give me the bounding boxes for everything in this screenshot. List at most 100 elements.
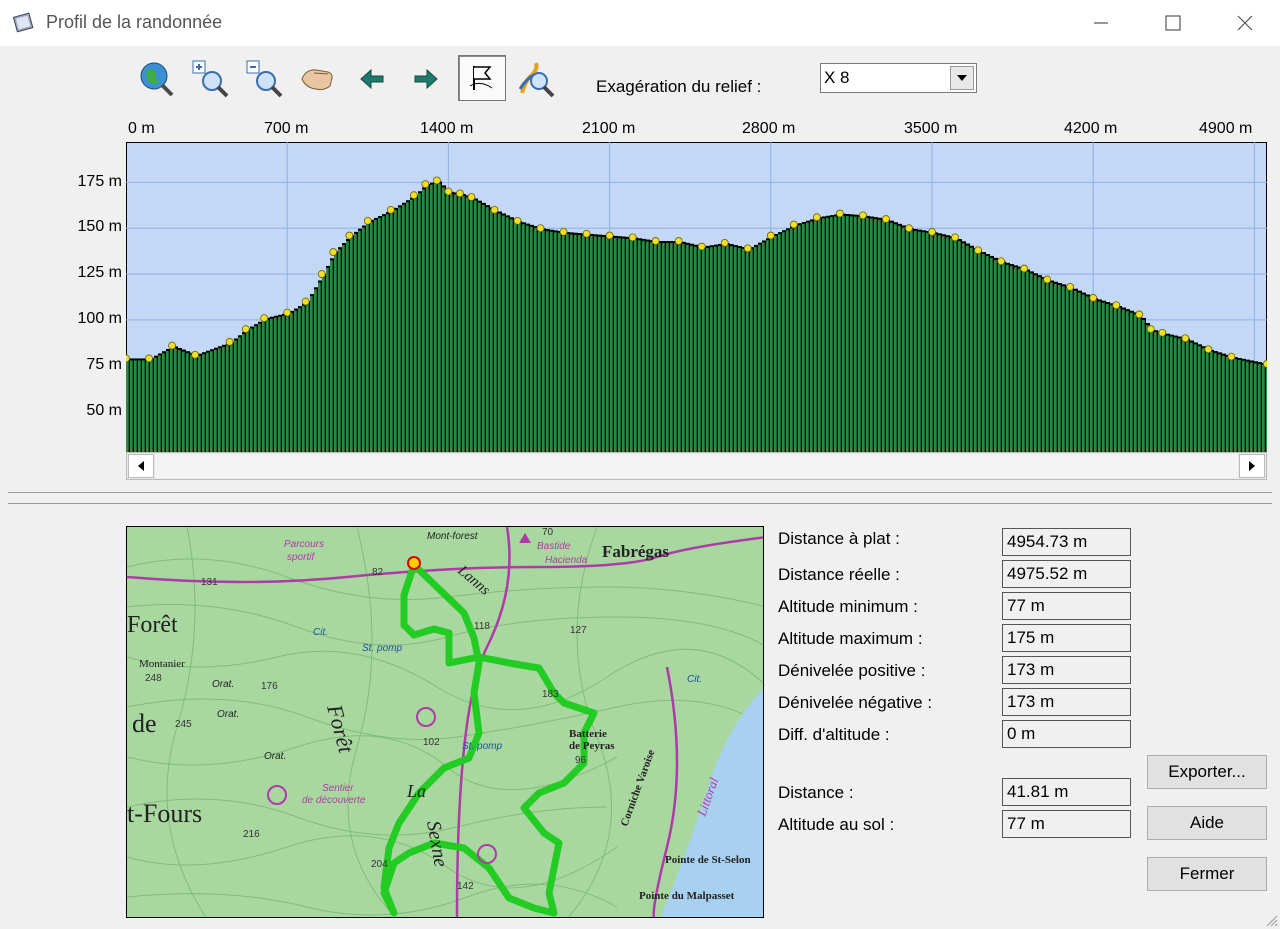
elevation-bar — [926, 232, 929, 452]
elevation-bar — [558, 232, 561, 452]
elevation-point — [301, 297, 310, 306]
scroll-right-button[interactable] — [1239, 454, 1265, 478]
map-label-cit: Cit. — [313, 627, 328, 638]
elevation-bar — [146, 360, 149, 452]
x-tick-label: 4200 m — [1064, 120, 1118, 137]
elevation-point — [536, 224, 545, 233]
waypoint-flag-button[interactable] — [458, 55, 506, 101]
route-map[interactable]: Forêt de t-Fours Fabrégas Lanns Forêt Mo… — [126, 526, 764, 918]
elevation-bar — [1098, 301, 1101, 452]
route-search-button[interactable] — [514, 57, 558, 101]
elevation-bar — [190, 354, 193, 452]
relief-exaggeration-select[interactable]: X 8 — [820, 63, 977, 93]
elevation-bar — [458, 195, 461, 452]
map-label-st-pomp: St. pomp — [362, 643, 402, 654]
elevation-bar — [842, 215, 845, 452]
map-label-orat3: Orat. — [264, 751, 286, 762]
elevation-bar — [750, 249, 753, 452]
elevation-bar — [1050, 282, 1053, 452]
elevation-bar — [514, 221, 517, 452]
window-title: Profil de la randonnée — [46, 12, 223, 32]
elevation-bar — [1134, 314, 1137, 452]
pan-button[interactable] — [296, 57, 340, 101]
export-button[interactable]: Exporter... — [1147, 755, 1267, 789]
elevation-bar — [462, 196, 465, 452]
elevation-bar — [130, 360, 133, 452]
zoom-out-button[interactable] — [242, 57, 286, 101]
y-tick-label: 100 m — [77, 310, 122, 327]
elevation-bar — [430, 184, 433, 452]
elevation-bar — [1190, 342, 1193, 452]
elevation-point — [905, 224, 913, 233]
elevation-bar — [574, 234, 577, 452]
divider — [8, 503, 1272, 504]
elevation-bar — [818, 219, 821, 452]
elevation-bar — [1218, 354, 1221, 452]
help-button[interactable]: Aide — [1147, 806, 1267, 840]
elevation-bar — [282, 315, 285, 452]
elevation-bar — [426, 185, 429, 452]
elevation-point — [363, 216, 372, 225]
elevation-bar — [810, 221, 813, 452]
elevation-bar — [1058, 285, 1061, 452]
spot-height: 131 — [201, 577, 218, 588]
elevation-bar — [1002, 263, 1005, 452]
dropdown-arrow-button[interactable] — [950, 66, 974, 90]
maximize-button[interactable] — [1138, 0, 1208, 46]
profile-scrollbar[interactable] — [126, 452, 1267, 480]
zoom-extent-button[interactable] — [134, 57, 178, 101]
elevation-profile-chart[interactable] — [126, 142, 1267, 452]
elevation-bar — [666, 243, 669, 452]
previous-button[interactable] — [350, 57, 394, 101]
elevation-bar — [1014, 267, 1017, 452]
map-label-hacienda: Hacienda — [545, 555, 588, 566]
elevation-bar — [498, 213, 501, 452]
elevation-point — [859, 211, 867, 220]
elevation-bar — [1038, 277, 1041, 452]
scroll-track[interactable] — [155, 454, 1238, 478]
elevation-bar — [1042, 279, 1045, 452]
elevation-bar — [962, 243, 965, 452]
x-tick-label: 700 m — [264, 120, 309, 137]
elevation-bar — [974, 249, 977, 452]
resize-grip-icon[interactable] — [1264, 913, 1278, 927]
elevation-bar — [546, 231, 549, 452]
elevation-bar — [1194, 344, 1197, 452]
zoom-in-button[interactable] — [188, 57, 232, 101]
elevation-bar — [226, 345, 229, 452]
close-icon — [1237, 15, 1253, 31]
close-button[interactable]: Fermer — [1147, 857, 1267, 891]
scroll-left-button[interactable] — [128, 454, 154, 478]
start-marker — [407, 556, 421, 570]
spot-height: 102 — [423, 737, 440, 748]
elevation-bar — [1030, 273, 1033, 452]
elevation-bar — [1258, 364, 1261, 452]
elevation-bar — [582, 235, 585, 452]
stat-value-max-altitude: 175 m — [1002, 624, 1131, 652]
elevation-bar — [1170, 336, 1173, 452]
elevation-bar — [502, 215, 505, 452]
elevation-bar — [510, 219, 513, 452]
elevation-bar — [1186, 340, 1189, 452]
elevation-point — [928, 227, 936, 236]
elevation-bar — [602, 236, 605, 452]
close-window-button[interactable] — [1210, 0, 1280, 46]
minimize-button[interactable] — [1066, 0, 1136, 46]
elevation-bar — [802, 223, 805, 452]
elevation-bar — [530, 226, 533, 452]
elevation-bar — [466, 197, 469, 452]
elevation-bar — [322, 275, 325, 452]
elevation-point — [628, 233, 637, 242]
elevation-bar — [470, 198, 473, 452]
elevation-bar — [266, 319, 269, 452]
elevation-bar — [786, 230, 789, 452]
elevation-bar — [622, 238, 625, 452]
elevation-bar — [206, 352, 209, 452]
next-button[interactable] — [404, 57, 448, 101]
elevation-bar — [314, 289, 317, 452]
elevation-bar — [1106, 303, 1109, 452]
x-tick-label: 0 m — [128, 120, 155, 137]
scroll-left-icon — [138, 461, 144, 471]
elevation-bar — [1178, 338, 1181, 452]
elevation-point — [126, 354, 130, 363]
